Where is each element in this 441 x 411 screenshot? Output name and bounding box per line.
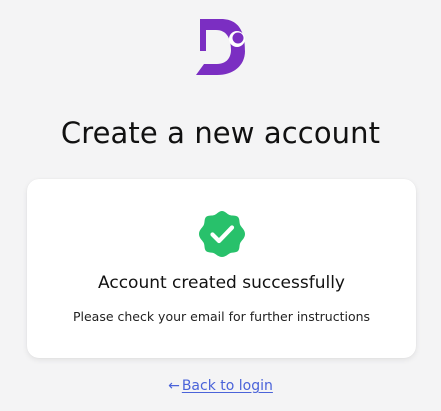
brand-logo-icon [193,17,253,77]
success-title: Account created successfully [98,273,345,293]
page-title: Create a new account [60,116,381,150]
back-to-login-link[interactable]: ← Back to login [168,378,273,394]
success-card: Account created successfully Please chec… [27,179,416,358]
back-to-login-row: ← Back to login [0,376,441,396]
left-arrow-icon: ← [168,378,180,394]
back-to-login-label: Back to login [181,378,273,394]
check-badge-icon [197,209,247,259]
success-message: Please check your email for further inst… [72,309,371,324]
